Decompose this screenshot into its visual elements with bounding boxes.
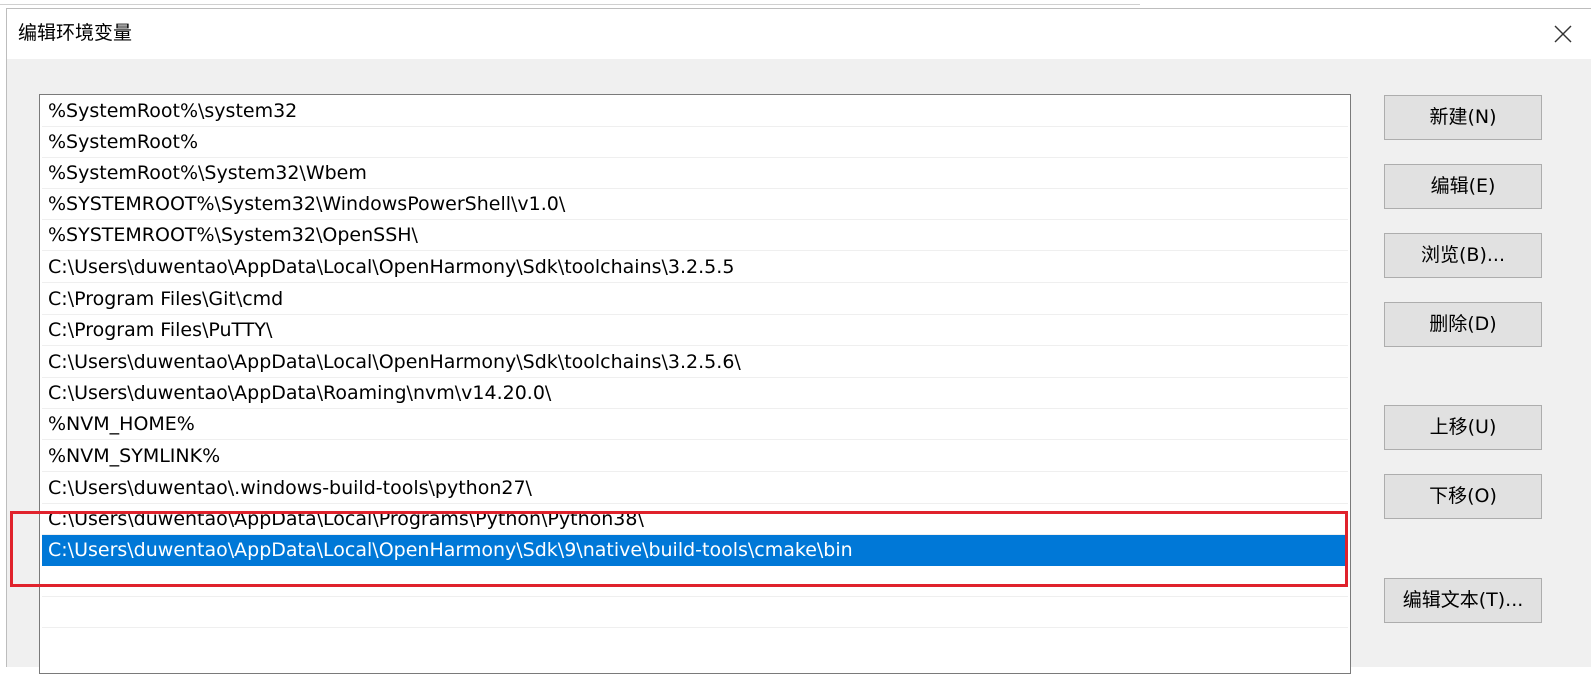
list-item[interactable]: C:\Program Files\PuTTY\ <box>42 315 1348 346</box>
list-item[interactable]: C:\Users\duwentao\AppData\Local\OpenHarm… <box>42 252 1348 283</box>
list-item[interactable]: C:\Program Files\Git\cmd <box>42 284 1348 315</box>
edit-environment-variable-dialog: 编辑环境变量 %SystemRoot%\system32 %SystemRoot… <box>6 8 1591 674</box>
dialog-title: 编辑环境变量 <box>18 22 133 44</box>
list-item-selected[interactable]: C:\Users\duwentao\AppData\Local\OpenHarm… <box>42 535 1348 566</box>
list-item[interactable]: %NVM_HOME% <box>42 409 1348 440</box>
list-item-empty[interactable] <box>42 566 1348 597</box>
title-bar: 编辑环境变量 <box>7 9 1591 59</box>
list-item[interactable]: C:\Users\duwentao\AppData\Local\OpenHarm… <box>42 347 1348 378</box>
browse-button[interactable]: 浏览(B)... <box>1384 233 1542 278</box>
list-item[interactable]: %SYSTEMROOT%\System32\OpenSSH\ <box>42 220 1348 251</box>
list-item[interactable]: C:\Users\duwentao\.windows-build-tools\p… <box>42 473 1348 504</box>
list-item[interactable]: %NVM_SYMLINK% <box>42 441 1348 472</box>
move-up-button[interactable]: 上移(U) <box>1384 405 1542 450</box>
list-item[interactable]: C:\Users\duwentao\AppData\Local\Programs… <box>42 504 1348 535</box>
list-item[interactable]: %SystemRoot%\system32 <box>42 96 1348 127</box>
list-item[interactable]: %SYSTEMROOT%\System32\WindowsPowerShell\… <box>42 189 1348 220</box>
new-button[interactable]: 新建(N) <box>1384 95 1542 140</box>
list-item-empty[interactable] <box>42 597 1348 628</box>
list-item[interactable]: %SystemRoot%\System32\Wbem <box>42 158 1348 189</box>
close-icon <box>1554 25 1572 43</box>
edit-text-button[interactable]: 编辑文本(T)... <box>1384 578 1542 623</box>
list-item[interactable]: %SystemRoot% <box>42 127 1348 158</box>
move-down-button[interactable]: 下移(O) <box>1384 474 1542 519</box>
close-button[interactable] <box>1535 9 1591 59</box>
path-list[interactable]: %SystemRoot%\system32 %SystemRoot% %Syst… <box>39 94 1351 674</box>
edit-button[interactable]: 编辑(E) <box>1384 164 1542 209</box>
background-window-edge <box>0 0 1591 6</box>
delete-button[interactable]: 删除(D) <box>1384 302 1542 347</box>
list-item[interactable]: C:\Users\duwentao\AppData\Roaming\nvm\v1… <box>42 378 1348 409</box>
